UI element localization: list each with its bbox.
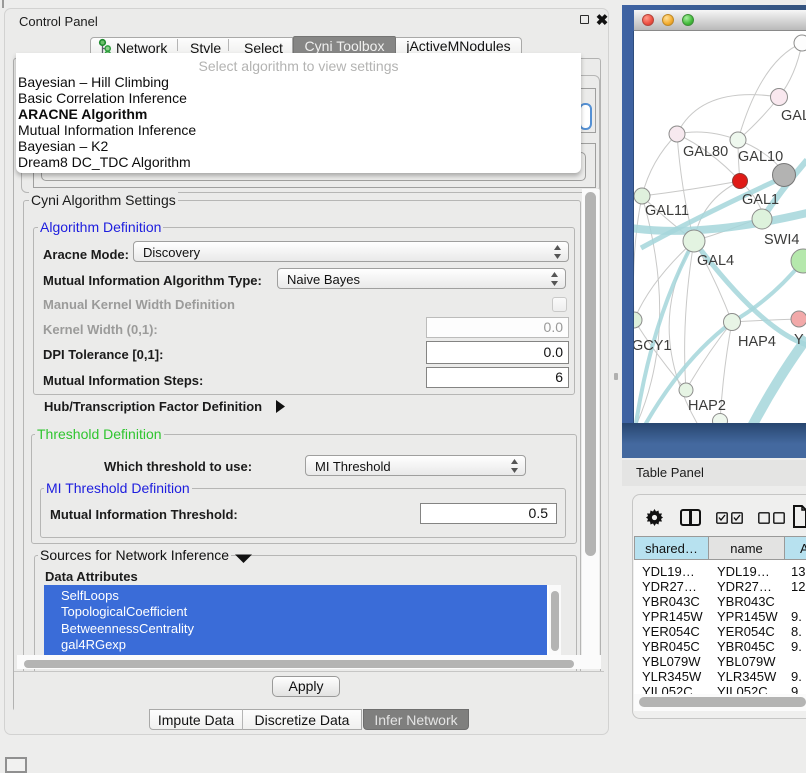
svg-text:HAP4: HAP4 xyxy=(738,334,776,350)
svg-text:SWI4: SWI4 xyxy=(764,232,799,248)
svg-text:GAL11: GAL11 xyxy=(645,203,689,219)
svg-text:GAL10: GAL10 xyxy=(738,149,783,165)
svg-text:Y: Y xyxy=(794,332,804,348)
svg-text:GAL80: GAL80 xyxy=(683,144,728,160)
svg-text:GAL1: GAL1 xyxy=(742,192,779,208)
svg-text:GCY1: GCY1 xyxy=(634,338,672,354)
svg-text:GAL4: GAL4 xyxy=(697,253,734,269)
svg-text:GAL8: GAL8 xyxy=(781,108,806,124)
svg-text:HAP2: HAP2 xyxy=(688,398,726,414)
